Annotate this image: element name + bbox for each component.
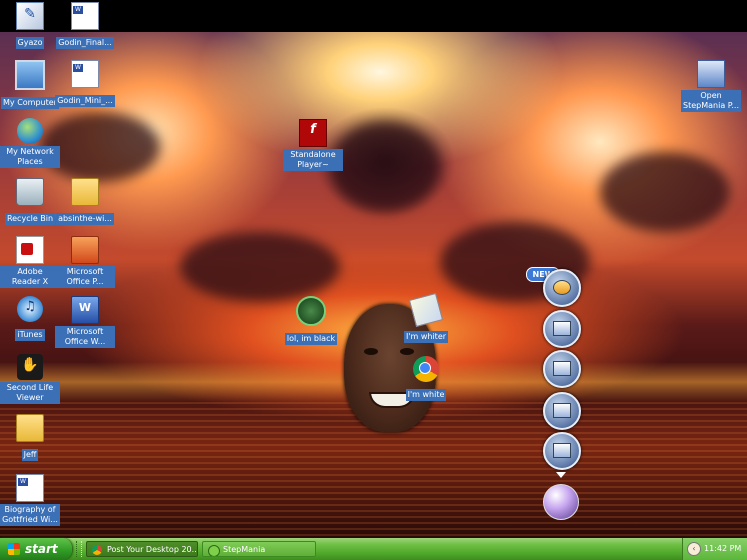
desktop-icon-im-whiter[interactable]: I'm whiter (396, 292, 456, 343)
chrome-icon (92, 545, 102, 555)
chrome-icon (413, 356, 439, 382)
pictures-icon (553, 361, 571, 376)
flash-icon: f (299, 119, 327, 147)
pdf-icon (16, 236, 44, 264)
icon-label: Biography of Gottfried Wi... (0, 504, 60, 526)
icon-label: Microsoft Office P... (55, 266, 115, 288)
desktop-icon-im-white[interactable]: I'm white (396, 356, 456, 401)
desktop-icon-my-computer[interactable]: My Computer (0, 60, 60, 109)
icon-label: iTunes (15, 329, 45, 341)
icon-label: My Computer (1, 97, 59, 109)
desktop-icon-godin-final[interactable]: W Godin_Final... (55, 2, 115, 49)
stepmania-icon (208, 545, 220, 556)
folder-icon (16, 414, 44, 442)
itunes-icon: ♫ (17, 296, 43, 322)
icon-label: Gyazo (15, 37, 45, 49)
start-button[interactable]: start (0, 538, 72, 560)
icon-label: Open StepMania P... (681, 90, 741, 112)
desktop-icon-gyazo[interactable]: ✎ Gyazo (0, 2, 60, 49)
icon-label: lol, im black (284, 333, 338, 345)
green-app-icon (296, 296, 326, 326)
recycle-bin-icon (16, 178, 44, 206)
desktop-icon-second-life[interactable]: ✋ Second Life Viewer (0, 354, 60, 404)
gallery-icon (553, 403, 571, 418)
icon-label: Godin_Final... (56, 37, 114, 49)
dock-gallery-button[interactable] (543, 392, 581, 430)
desktop-icon-absinthe-folder[interactable]: absinthe-wi... (55, 178, 115, 225)
desktop-icon-itunes[interactable]: ♫ iTunes (0, 296, 60, 341)
icon-label: My Network Places (0, 146, 60, 168)
network-icon (17, 118, 43, 144)
desktop-icon-office-word[interactable]: W Microsoft Office W... (55, 296, 115, 348)
windows-logo-icon (8, 543, 20, 555)
dock-photos-button[interactable] (543, 310, 581, 348)
dock-collapse-arrow-icon[interactable] (556, 472, 566, 478)
gyazo-icon: ✎ (16, 2, 44, 30)
system-tray: ‹ 11:42 PM (682, 538, 747, 560)
computer-icon (15, 60, 45, 90)
paper-icon (408, 292, 444, 328)
dock-pictures-button[interactable] (543, 350, 581, 388)
clock[interactable]: 11:42 PM (704, 538, 741, 560)
start-label: start (25, 542, 58, 556)
word-doc-icon: W (16, 474, 44, 502)
desktop-icon-biography-gottfried[interactable]: W Biography of Gottfried Wi... (0, 474, 60, 526)
desktop-icon-recycle-bin[interactable]: Recycle Bin (0, 178, 60, 225)
desktop-icon-jeff-folder[interactable]: Jeff (0, 414, 60, 461)
icon-label: Adobe Reader X (0, 266, 60, 288)
powerpoint-icon (71, 236, 99, 264)
wifi-icon (553, 280, 571, 295)
icon-label: Second Life Viewer (0, 382, 60, 404)
icon-label: Jeff (21, 449, 39, 461)
icon-label: I'm white (405, 389, 447, 401)
stepmania-icon (697, 60, 725, 88)
icon-label: Godin_Mini_... (55, 95, 115, 107)
dock-orb-button[interactable] (543, 484, 579, 520)
desktop-icon-lol-im-black[interactable]: lol, im black (281, 296, 341, 345)
icon-label: I'm whiter (403, 331, 449, 343)
icon-label: absinthe-wi... (56, 213, 114, 225)
desktop-icon-adobe-reader[interactable]: Adobe Reader X (0, 236, 60, 288)
word-icon: W (71, 296, 99, 324)
desktop-icon-open-stepmania[interactable]: Open StepMania P... (681, 60, 741, 112)
folder-icon (71, 178, 99, 206)
desktop-icon-my-network-places[interactable]: My Network Places (0, 118, 60, 168)
desktop-icon-godin-mini[interactable]: W Godin_Mini_... (55, 60, 115, 107)
dock-window-button[interactable] (543, 432, 581, 470)
tray-expand-icon[interactable]: ‹ (687, 542, 701, 556)
desktop-icon-standalone-player[interactable]: f Standalone Player~ (283, 119, 343, 171)
word-doc-icon: W (71, 2, 99, 30)
word-doc-icon: W (71, 60, 99, 88)
icon-label: Recycle Bin (4, 213, 56, 225)
taskbar-item-stepmania[interactable]: StepMania (202, 541, 316, 557)
desktop-icon-office-powerpoint[interactable]: Microsoft Office P... (55, 236, 115, 288)
taskbar-grip[interactable] (76, 541, 82, 557)
icon-label: Standalone Player~ (283, 149, 343, 171)
taskbar-item-label: Post Your Desktop 20... (107, 545, 198, 554)
second-life-icon: ✋ (17, 354, 43, 380)
taskbar-item-browser[interactable]: Post Your Desktop 20... (86, 541, 198, 557)
icon-label: Microsoft Office W... (55, 326, 115, 348)
taskbar-item-label: StepMania (223, 545, 266, 554)
dock-wifi-button[interactable] (543, 269, 581, 307)
photos-icon (553, 321, 571, 336)
window-icon (553, 443, 571, 458)
